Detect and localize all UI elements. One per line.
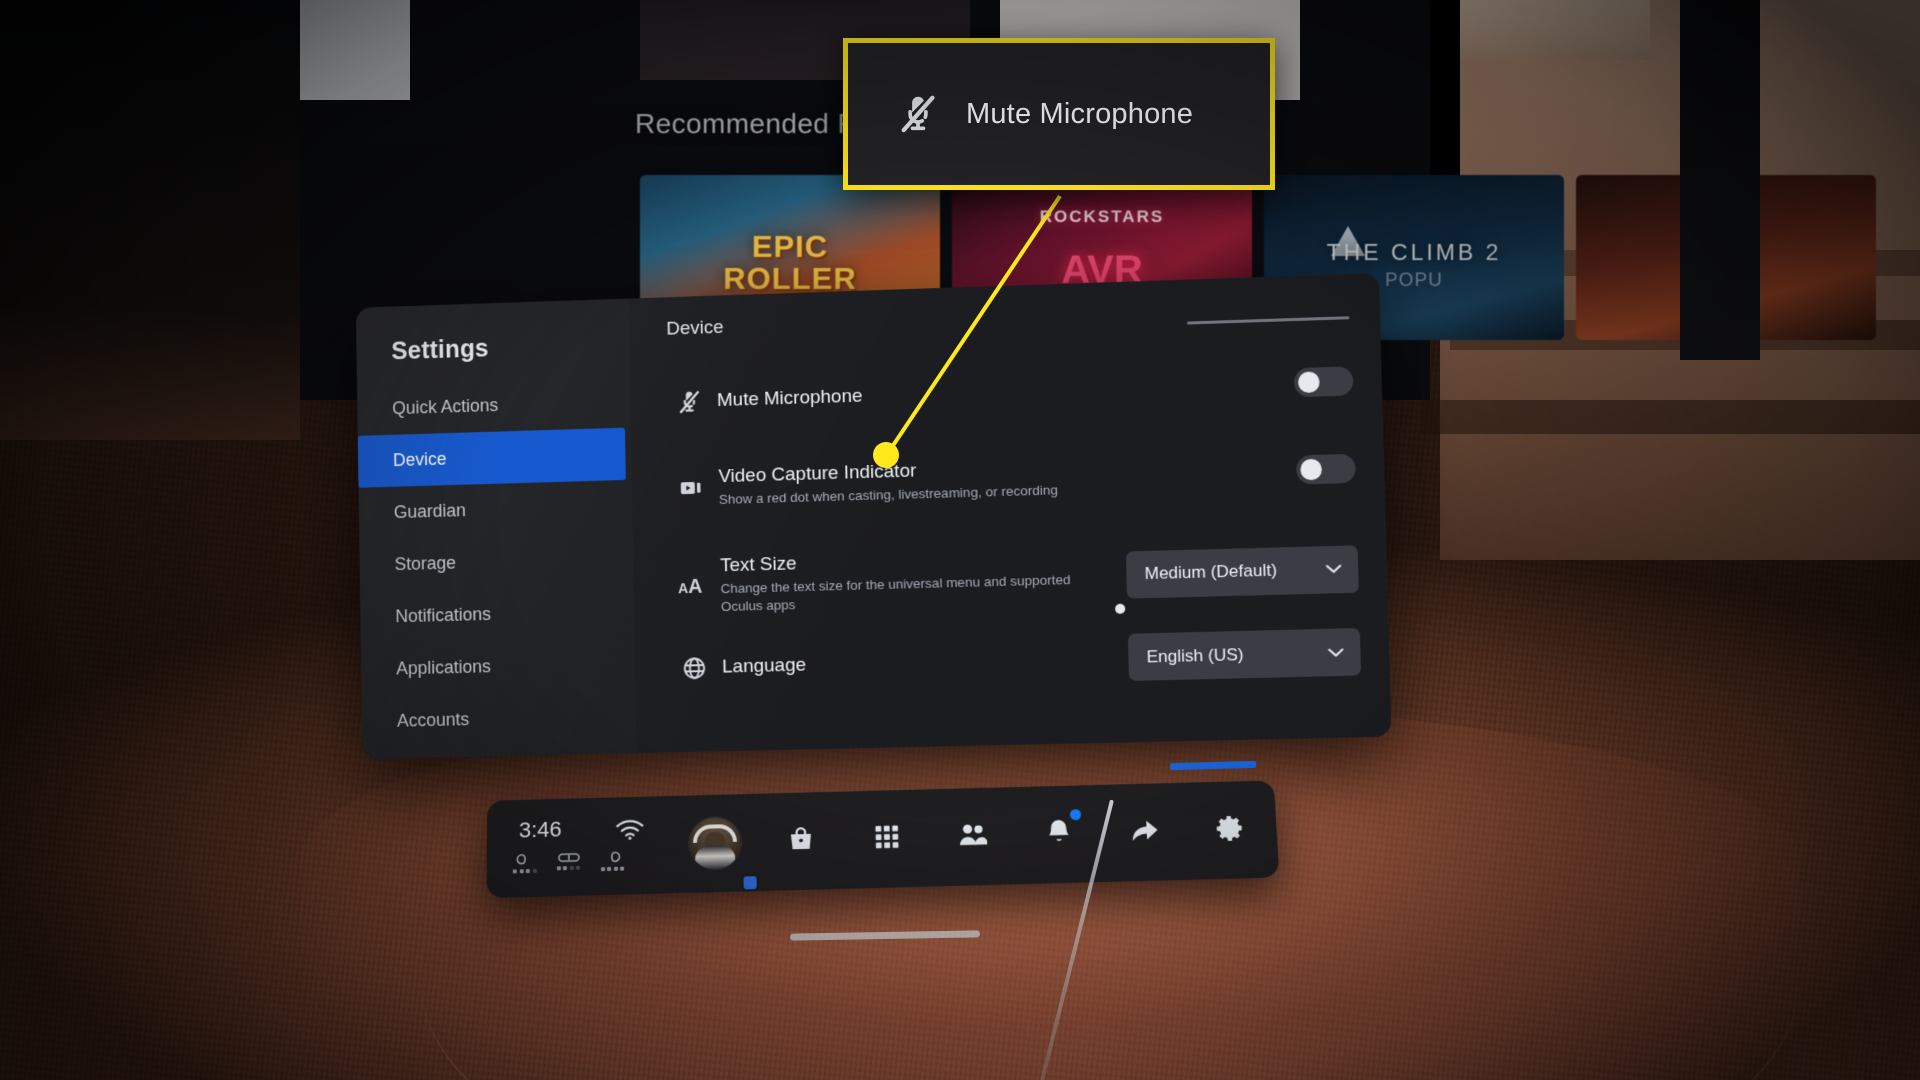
dock-button-avatar[interactable] [672,794,759,894]
sidebar-item-notifications[interactable]: Notifications [360,585,635,644]
dock-button-people[interactable] [929,787,1018,886]
sidebar-item-quick-actions[interactable]: Quick Actions [357,375,631,436]
select-value-language: English (US) [1146,644,1244,666]
dock-battery-group [512,849,625,874]
chevron-down-icon [1325,561,1342,578]
dock-clock: 3:46 [518,816,562,843]
universal-menu-dock: 3:46 [486,780,1280,899]
row-text-mute-microphone: Mute Microphone [711,371,1295,413]
battery-dots [556,865,581,871]
toggle-mute-microphone[interactable] [1293,366,1354,398]
globe-icon [672,654,716,681]
chevron-down-icon [1327,644,1344,661]
sidebar-item-storage[interactable]: Storage [359,532,633,592]
sidebar-item-guardian[interactable]: Guardian [359,480,633,540]
annotation-callout-mute-microphone: Mute Microphone [843,38,1275,190]
vr-screenshot-stage: SOUNDCLOUD Recommended For You EPIC ROLL… [0,0,1920,1080]
room-left-wall [0,0,300,440]
sidebar-label-applications: Applications [396,656,492,679]
sidebar-label-notifications: Notifications [395,604,492,627]
row-title-mute-microphone: Mute Microphone [716,385,863,411]
people-icon [956,819,989,855]
select-language[interactable]: English (US) [1127,628,1362,681]
toggle-video-capture-indicator[interactable] [1296,454,1356,486]
left-controller-battery [512,851,537,874]
battery-dots [600,866,625,872]
row-text-language: Language [716,645,1129,679]
scroll-dot-indicator [1115,603,1126,614]
row-subtitle-text-size: Change the text size for the universal m… [720,571,1071,614]
dock-button-row [672,780,1280,893]
sidebar-item-applications[interactable]: Applications [361,637,636,696]
sidebar-label-storage: Storage [394,552,457,575]
select-value-text-size: Medium (Default) [1144,560,1278,584]
dock-button-sharing[interactable] [1100,783,1191,882]
wifi-icon [615,818,645,846]
settings-sidebar: Settings Quick Actions Device Guardian S… [355,298,637,760]
dock-button-notifications[interactable] [1014,785,1104,884]
mic-muted-icon [667,387,711,416]
settings-window: Settings Quick Actions Device Guardian S… [355,273,1392,760]
avatar-icon [688,816,742,870]
dock-button-apps[interactable] [843,789,932,888]
row-text-video-capture-indicator: Video Capture Indicator Show a red dot w… [712,448,1297,509]
select-text-size[interactable]: Medium (Default) [1125,544,1359,599]
bell-icon [1044,817,1073,852]
sidebar-item-device[interactable]: Device [357,427,626,488]
sidebar-label-guardian: Guardian [393,500,467,523]
settings-nav-list: Quick Actions Device Guardian Storage No… [357,375,637,748]
battery-dots [512,868,537,874]
home-hero-left [300,0,410,100]
sidebar-label-device: Device [392,448,447,471]
dock-button-store[interactable] [757,792,845,892]
row-text-size[interactable]: A A Text Size Change the text size for t… [671,537,1359,617]
popular-section-label: POPU [1385,270,1443,291]
settings-title: Settings [391,334,489,366]
headset-battery [556,850,580,871]
sidebar-label-accounts: Accounts [396,709,470,731]
store-bag-icon [786,823,817,859]
toggle-knob [1300,459,1323,481]
row-mute-microphone[interactable]: Mute Microphone [667,366,1354,416]
sidebar-item-accounts[interactable]: Accounts [362,690,637,749]
tile-1-line1: EPIC [751,229,829,265]
row-video-capture-indicator[interactable]: Video Capture Indicator Show a red dot w… [669,447,1356,511]
avatar-status-badge [743,876,757,890]
home-panel-right-edge [1680,0,1760,360]
tile-2-line1: ROCKSTARS [1039,207,1165,226]
row-title-language: Language [721,654,807,678]
apps-grid-icon [872,821,903,857]
gear-icon [1215,812,1247,847]
row-text-text-size: Text Size Change the text size for the u… [714,544,1127,617]
notification-badge [1069,809,1082,821]
svg-text:A: A [688,575,702,597]
toggle-knob [1297,371,1320,394]
svg-text:A: A [678,580,688,596]
mic-muted-icon [896,92,940,136]
dock-button-settings[interactable] [1185,780,1276,879]
settings-main-pane: Device Mute Microphone Video Capture Ind… [628,273,1392,754]
annotation-callout-label: Mute Microphone [966,97,1194,130]
settings-main-header: Device [666,317,724,340]
text-size-icon: A A [671,574,715,599]
room-right-panel [1440,0,1650,60]
room-step-3 [1420,400,1920,434]
share-arrow-icon [1128,814,1162,850]
settings-scrollbar[interactable] [1187,316,1350,325]
tile-3-line1: THE CLIMB 2 [1326,239,1502,265]
row-language[interactable]: Language English (US) [672,628,1362,692]
sidebar-label-quick-actions: Quick Actions [392,395,499,419]
right-controller-battery [600,849,625,872]
video-camera-icon [669,474,713,501]
